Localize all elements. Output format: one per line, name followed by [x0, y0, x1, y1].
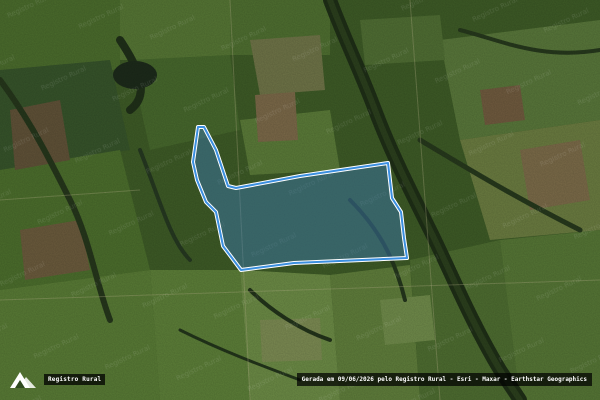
registro-rural-logo-icon	[10, 372, 36, 388]
satellite-map[interactable]: Registro Rural Registro Rural	[0, 0, 600, 400]
map-attribution: Gerada em 09/06/2026 pelo Registro Rural…	[296, 373, 592, 386]
brand-name: Registro Rural	[44, 373, 106, 385]
satellite-imagery: Registro Rural Registro Rural	[0, 0, 600, 400]
brand-badge[interactable]: Registro Rural	[8, 368, 106, 390]
